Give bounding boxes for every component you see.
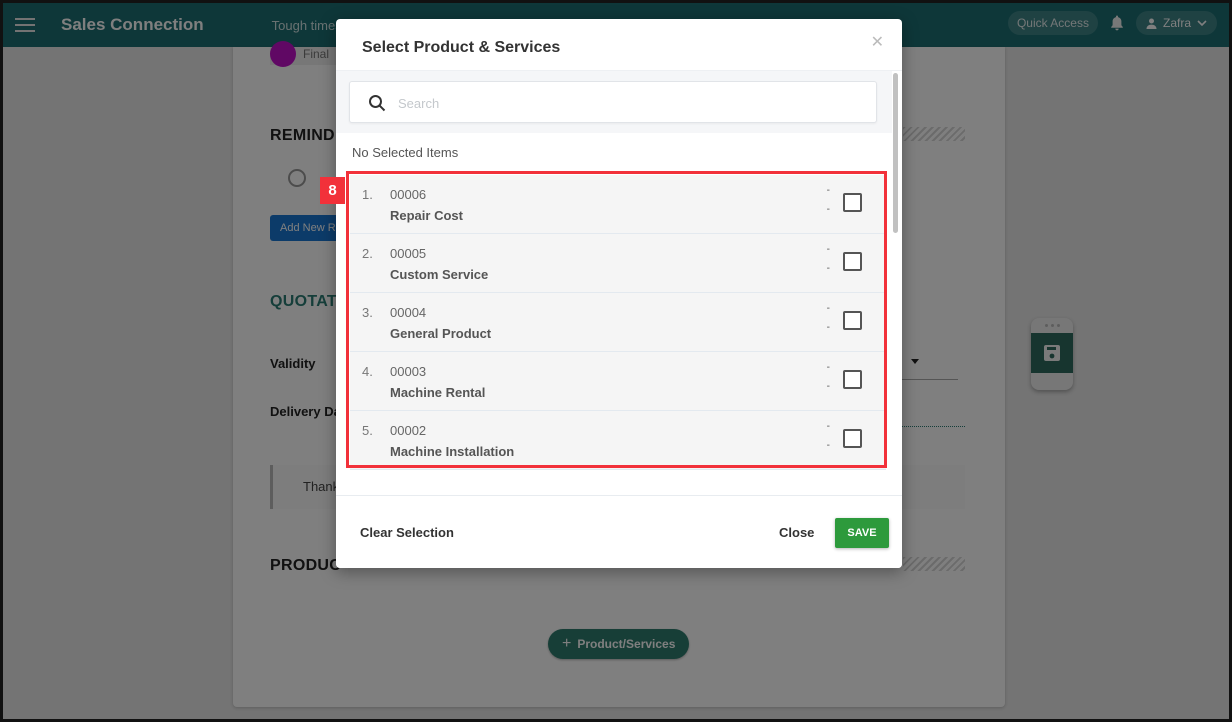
item-code: 00005 (390, 246, 427, 261)
item-price: - (826, 362, 830, 373)
list-item[interactable]: 4. 00003 Machine Rental - - (350, 352, 886, 411)
item-detail: - (826, 381, 830, 392)
item-code: 00003 (390, 364, 427, 379)
scrollbar-thumb[interactable] (893, 73, 898, 233)
item-price: - (826, 303, 830, 314)
item-index: 4. (362, 364, 373, 379)
item-detail: - (826, 322, 830, 333)
modal-title: Select Product & Services (362, 39, 561, 56)
modal-header: Select Product & Services ✕ (336, 19, 902, 71)
item-name: Repair Cost (390, 208, 463, 223)
item-code: 00004 (390, 305, 427, 320)
list-item[interactable]: 2. 00005 Custom Service - - (350, 234, 886, 293)
item-checkbox[interactable] (843, 252, 862, 271)
item-code: 00006 (390, 187, 427, 202)
clear-selection-button[interactable]: Clear Selection (360, 525, 454, 540)
item-index: 5. (362, 423, 373, 438)
item-price: - (826, 185, 830, 196)
item-code: 00002 (390, 423, 427, 438)
close-button[interactable]: Close (779, 525, 814, 540)
search-input[interactable] (398, 91, 858, 115)
modal-body: No Selected Items 1. 00006 Repair Cost -… (336, 71, 892, 495)
item-checkbox[interactable] (843, 311, 862, 330)
item-name: Machine Installation (390, 444, 515, 459)
item-price: - (826, 421, 830, 432)
app-window: Sales Connection Tough times Quick Acces… (0, 0, 1232, 722)
search-area (336, 71, 892, 133)
item-index: 1. (362, 187, 373, 202)
item-checkbox[interactable] (843, 193, 862, 212)
item-detail: - (826, 263, 830, 274)
item-price: - (826, 244, 830, 255)
item-name: Machine Rental (390, 385, 486, 400)
product-list: 1. 00006 Repair Cost - - 2. 00005 Custom… (350, 175, 886, 470)
item-detail: - (826, 440, 830, 451)
item-checkbox[interactable] (843, 370, 862, 389)
select-products-modal: Select Product & Services ✕ No Selected … (336, 19, 902, 568)
item-checkbox[interactable] (843, 429, 862, 448)
close-icon[interactable]: ✕ (871, 35, 884, 51)
item-name: General Product (390, 326, 492, 341)
modal-footer: Clear Selection Close SAVE (336, 495, 902, 568)
search-box[interactable] (349, 81, 877, 123)
list-item[interactable]: 1. 00006 Repair Cost - - (350, 175, 886, 234)
save-button[interactable]: SAVE (835, 518, 889, 548)
item-index: 2. (362, 246, 373, 261)
item-index: 3. (362, 305, 373, 320)
list-item[interactable]: 5. 00002 Machine Installation - - (350, 411, 886, 470)
annotation-badge: 8 (320, 177, 345, 204)
list-item[interactable]: 3. 00004 General Product - - (350, 293, 886, 352)
item-detail: - (826, 204, 830, 215)
item-name: Custom Service (390, 267, 489, 282)
search-icon (369, 95, 386, 112)
selected-items-status: No Selected Items (352, 145, 459, 160)
